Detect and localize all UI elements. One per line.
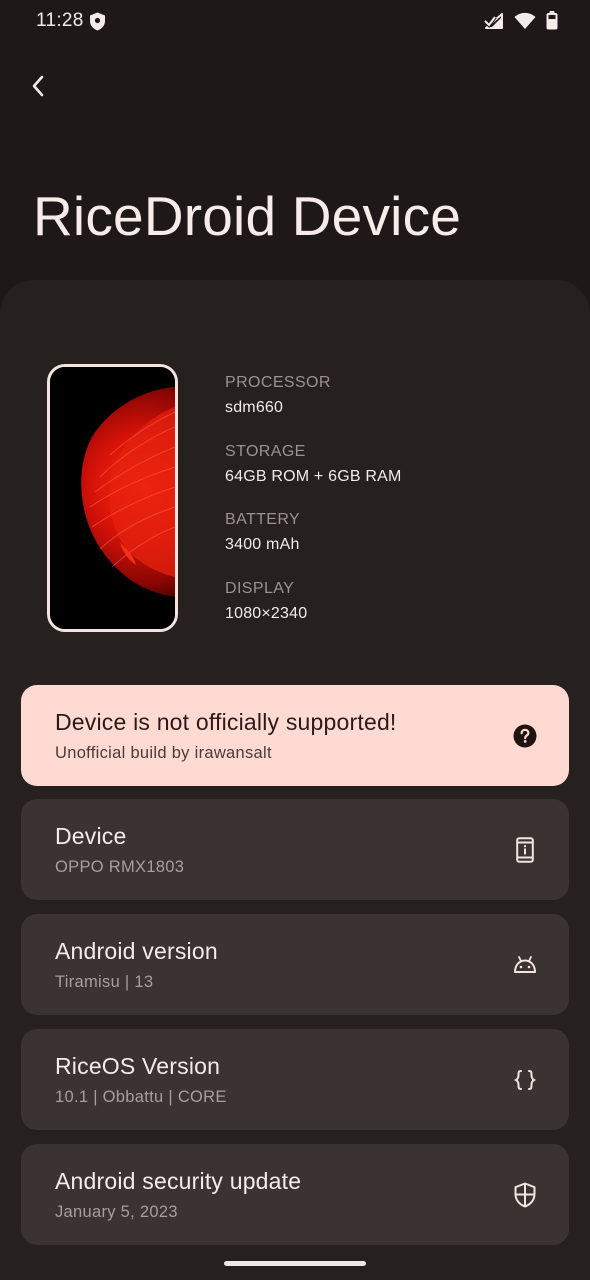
riceos-version-card[interactable]: RiceOS Version 10.1 | Obbattu | CORE [21, 1029, 569, 1130]
security-update-card[interactable]: Android security update January 5, 2023 [21, 1144, 569, 1245]
wifi-icon [514, 12, 536, 30]
help-circle-icon [511, 722, 539, 750]
back-button[interactable] [18, 66, 58, 106]
data-saver-icon [484, 12, 504, 30]
device-illustration [47, 364, 178, 632]
card-title: Device is not officially supported! [55, 709, 397, 735]
spec-battery: BATTERY 3400 mAh [225, 509, 555, 578]
spec-label: PROCESSOR [225, 374, 331, 391]
spec-storage: STORAGE 64GB ROM + 6GB RAM [225, 441, 555, 510]
spec-label: BATTERY [225, 511, 301, 528]
card-title: RiceOS Version [55, 1053, 221, 1079]
card-subtitle: Unofficial build by irawansalt [55, 744, 272, 762]
status-bar: 11:28 [0, 0, 590, 44]
card-title: Device [55, 823, 127, 849]
chevron-left-icon [32, 75, 44, 97]
spec-value: sdm660 [225, 399, 284, 416]
spec-value: 1080×2340 [225, 604, 308, 622]
page-title: RiceDroid Device [33, 185, 462, 247]
android-icon [511, 951, 539, 979]
battery-icon [546, 11, 558, 30]
spec-processor: PROCESSOR sdm660 [225, 372, 555, 441]
card-subtitle: Tiramisu | 13 [55, 973, 154, 991]
card-subtitle: OPPO RMX1803 [55, 858, 185, 876]
phone-info-icon [511, 836, 539, 864]
card-title: Android security update [55, 1168, 302, 1194]
spec-label: DISPLAY [225, 579, 295, 597]
shield-icon [511, 1181, 539, 1209]
gesture-nav-handle[interactable] [224, 1261, 366, 1266]
status-time: 11:28 [36, 10, 84, 31]
braces-icon [511, 1066, 539, 1094]
spec-value: 64GB ROM + 6GB RAM [225, 467, 402, 485]
spec-label: STORAGE [225, 442, 306, 460]
spec-value: 3400 mAh [225, 536, 300, 553]
about-device-screen: 11:28 RiceDroid Device PROCESSOR sdm660 … [0, 0, 590, 1280]
vpn-shield-icon [89, 12, 106, 31]
device-card[interactable]: Device OPPO RMX1803 [21, 799, 569, 900]
android-version-card[interactable]: Android version Tiramisu | 13 [21, 914, 569, 1015]
device-specs: PROCESSOR sdm660 STORAGE 64GB ROM + 6GB … [225, 372, 555, 646]
unofficial-build-card[interactable]: Device is not officially supported! Unof… [21, 685, 569, 786]
card-subtitle: January 5, 2023 [55, 1203, 178, 1221]
status-icons [484, 11, 558, 30]
card-title: Android version [55, 938, 218, 964]
spec-display: DISPLAY 1080×2340 [225, 578, 555, 647]
card-subtitle: 10.1 | Obbattu | CORE [55, 1088, 227, 1106]
wallpaper-image [50, 367, 175, 629]
